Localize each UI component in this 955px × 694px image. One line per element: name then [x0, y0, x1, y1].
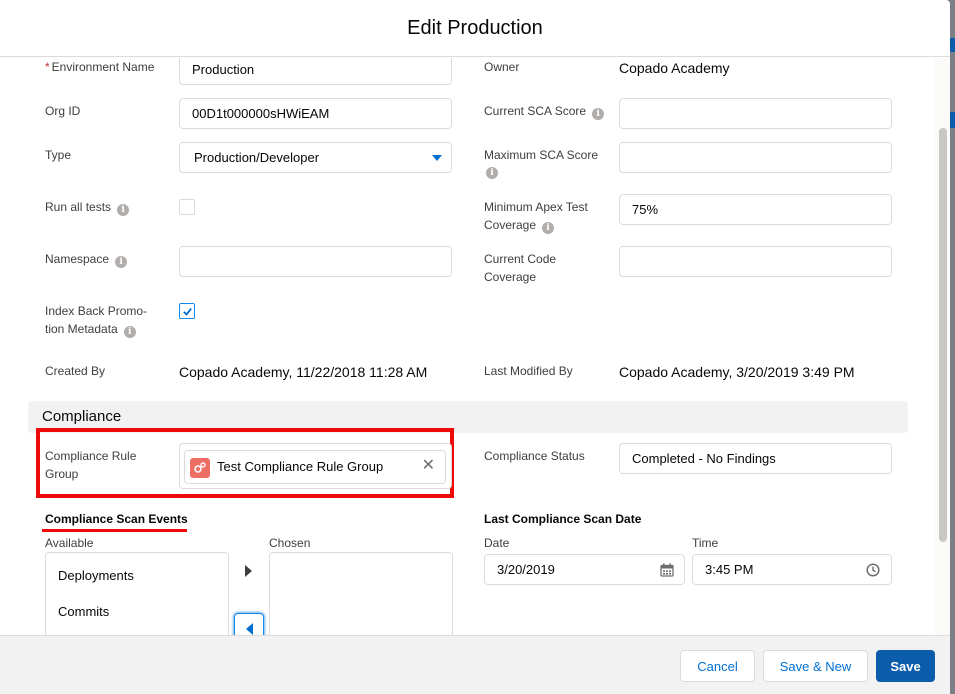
- annotation-underline: [42, 529, 187, 532]
- label-line-2: tion Metadata i: [45, 320, 147, 338]
- label-line-2: Coverage: [484, 270, 537, 284]
- time-input[interactable]: 3:45 PM: [692, 554, 892, 585]
- info-icon[interactable]: i: [486, 167, 498, 179]
- index-back-promotion-metadata-label: Index Back Promo-tion Metadata i: [45, 302, 147, 338]
- cancel-button[interactable]: Cancel: [680, 650, 755, 682]
- environment-name-input[interactable]: Production: [179, 58, 452, 85]
- label-line-2: Coverage i: [484, 216, 588, 234]
- org-id-input[interactable]: 00D1t000000sHWiEAM: [179, 98, 452, 129]
- namespace-input[interactable]: [179, 246, 452, 277]
- background-app-band: [950, 112, 955, 128]
- last-compliance-scan-date-heading: Last Compliance Scan Date: [484, 512, 642, 526]
- check-icon: [183, 308, 192, 316]
- calendar-icon[interactable]: [660, 563, 674, 577]
- minimum-apex-test-coverage-label: Minimum Apex Test Coverage i: [484, 198, 588, 234]
- last-modified-by-label: Last Modified By: [484, 364, 573, 378]
- move-to-available-button[interactable]: [234, 613, 264, 635]
- available-label: Available: [45, 536, 94, 550]
- modal-title: Edit Production: [407, 17, 543, 39]
- current-code-coverage-input[interactable]: [619, 246, 892, 277]
- namespace-label-text: Namespace: [45, 252, 110, 266]
- type-label: Type: [45, 148, 72, 162]
- move-to-chosen-button[interactable]: [234, 556, 264, 586]
- org-id-label: Org ID: [45, 104, 81, 118]
- time-label: Time: [692, 536, 719, 550]
- chevron-left-icon: [246, 623, 253, 635]
- clock-icon[interactable]: [866, 563, 880, 577]
- last-modified-by-value: Copado Academy, 3/20/2019 3:49 PM: [619, 364, 855, 380]
- current-sca-score-label: Current SCA Score i: [484, 102, 605, 120]
- info-icon[interactable]: i: [592, 108, 605, 120]
- compliance-scan-events-heading: Compliance Scan Events: [45, 512, 188, 526]
- label-line-2-text: tion Metadata: [45, 322, 118, 336]
- info-icon[interactable]: i: [542, 222, 555, 234]
- compliance-rule-group-label: Compliance Rule Group: [45, 447, 136, 483]
- namespace-label: Namespace i: [45, 250, 128, 268]
- current-sca-score-input[interactable]: [619, 98, 892, 129]
- type-select-value: Production/Developer: [194, 150, 320, 165]
- environment-name-label-text: Environment Name: [51, 60, 155, 74]
- list-item[interactable]: Deployments: [58, 568, 134, 583]
- info-icon[interactable]: i: [117, 204, 130, 216]
- index-back-promotion-metadata-checkbox[interactable]: [179, 303, 195, 319]
- pill-label: Test Compliance Rule Group: [217, 459, 384, 474]
- modal-footer: Cancel Save & New Save: [0, 635, 950, 694]
- minimum-apex-test-coverage-input[interactable]: 75%: [619, 194, 892, 225]
- chosen-label: Chosen: [269, 536, 311, 550]
- modal-header: Edit Production: [0, 0, 950, 57]
- label-line-1: Index Back Promo-: [45, 304, 148, 318]
- maximum-sca-score-label: Maximum SCA Score: [484, 148, 599, 162]
- chosen-listbox[interactable]: [269, 552, 453, 635]
- current-code-coverage-label: Current Code Coverage: [484, 250, 556, 286]
- required-mark: *: [45, 60, 50, 74]
- owner-value: Copado Academy: [619, 60, 730, 76]
- chevron-right-icon: [245, 565, 252, 577]
- environment-name-label: * Environment Name: [45, 58, 154, 76]
- maximum-sca-score-input[interactable]: [619, 142, 892, 173]
- modal-body: * Environment Name Production Owner Copad…: [0, 58, 950, 635]
- info-icon[interactable]: i: [123, 326, 136, 338]
- close-icon[interactable]: ✕: [422, 457, 435, 475]
- compliance-rule-group-icon: [190, 458, 210, 478]
- run-all-tests-checkbox[interactable]: [179, 199, 195, 215]
- list-item[interactable]: Commits: [58, 604, 109, 619]
- compliance-rule-group-pill[interactable]: Test Compliance Rule Group ✕: [184, 450, 446, 484]
- date-value: 3/20/2019: [497, 562, 555, 577]
- compliance-status-label: Compliance Status: [484, 449, 585, 463]
- label-line-2-text: Coverage: [484, 218, 537, 232]
- created-by-value: Copado Academy, 11/22/2018 11:28 AM: [179, 364, 428, 380]
- modal-scrollbar-thumb[interactable]: [939, 128, 947, 542]
- date-label: Date: [484, 536, 510, 550]
- background-app-header: [950, 38, 955, 52]
- created-by-label: Created By: [45, 364, 106, 378]
- label-line-1: Current Code: [484, 252, 557, 266]
- info-icon[interactable]: i: [115, 256, 128, 268]
- label-line-1: Minimum Apex Test: [484, 200, 588, 214]
- time-value: 3:45 PM: [705, 562, 754, 577]
- run-all-tests-label: Run all tests i: [45, 198, 130, 216]
- label-line-1: Compliance Rule: [45, 449, 137, 463]
- date-input[interactable]: 3/20/2019: [484, 554, 685, 585]
- save-and-new-button[interactable]: Save & New: [763, 650, 868, 682]
- run-all-tests-label-text: Run all tests: [45, 200, 112, 214]
- save-button[interactable]: Save: [876, 650, 935, 682]
- owner-label: Owner: [484, 60, 520, 74]
- current-sca-score-label-text: Current SCA Score: [484, 104, 587, 118]
- chevron-down-icon: [432, 155, 442, 161]
- available-listbox[interactable]: Deployments Commits: [45, 552, 229, 635]
- label-line-2: Group: [45, 467, 79, 481]
- type-select[interactable]: Production/Developer: [179, 142, 452, 173]
- compliance-status-input[interactable]: Completed - No Findings: [619, 443, 892, 474]
- edit-modal: Edit Production * Environment Name Produc…: [0, 0, 950, 694]
